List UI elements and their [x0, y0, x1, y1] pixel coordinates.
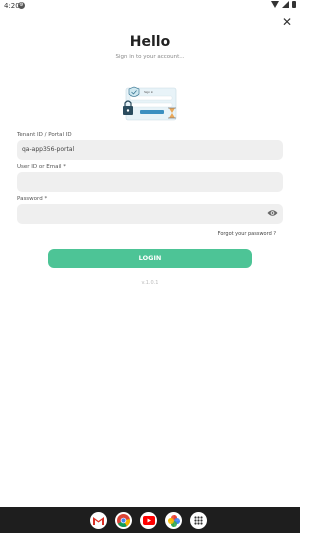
login-illustration: Sign in	[123, 86, 177, 121]
wifi-icon	[271, 1, 279, 8]
chrome-icon[interactable]	[115, 512, 132, 529]
user-label: User ID or Email *	[17, 164, 67, 170]
signal-icon	[282, 1, 289, 8]
eye-icon[interactable]	[267, 209, 278, 217]
notification-icon: ⚙	[18, 2, 25, 9]
status-bar: 4:20 ⚙	[0, 0, 300, 12]
illustration-card-title: Sign in	[144, 90, 154, 94]
tenant-input[interactable]: qa-app356-portal	[17, 140, 283, 160]
app-drawer-icon[interactable]	[190, 512, 207, 529]
user-input[interactable]	[17, 172, 283, 192]
photos-icon[interactable]	[165, 512, 182, 529]
password-input[interactable]	[17, 204, 283, 224]
password-label: Password *	[17, 196, 48, 202]
login-button[interactable]: LOGIN	[48, 249, 252, 268]
battery-icon	[292, 1, 296, 8]
close-icon[interactable]: ✕	[280, 15, 294, 29]
page-title: Hello	[129, 34, 171, 50]
status-icons	[271, 1, 296, 8]
tenant-label: Tenant ID / Portal ID	[17, 132, 72, 138]
app-dock	[90, 512, 207, 529]
page-subtitle: Sign in to your account...	[115, 54, 185, 60]
forgot-password-link[interactable]: Forgot your password ?	[218, 231, 276, 237]
version-label: v.1.0.1	[141, 280, 159, 286]
gmail-icon[interactable]	[90, 512, 107, 529]
youtube-icon[interactable]	[140, 512, 157, 529]
